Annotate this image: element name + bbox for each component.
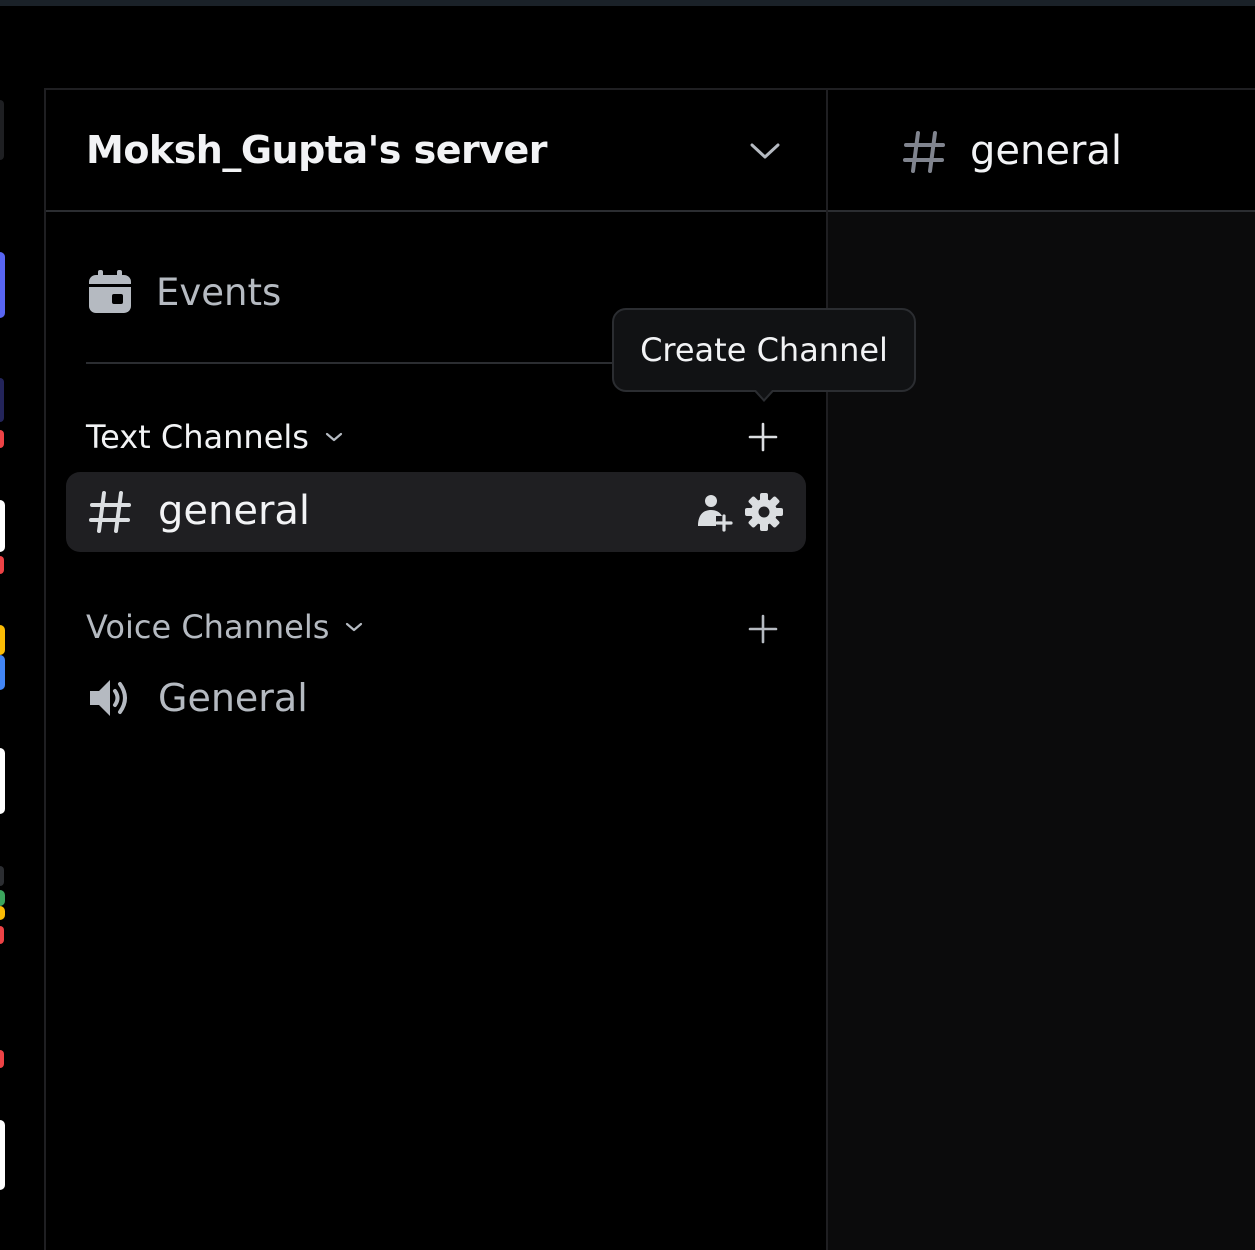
channel-sidebar: Moksh_Gupta's server Events Text Channel…: [44, 88, 828, 1250]
rail-fragment: [0, 378, 4, 422]
chevron-down-icon[interactable]: [748, 138, 782, 164]
plus-icon[interactable]: [746, 420, 780, 454]
rail-fragment: [0, 1050, 4, 1068]
create-channel-tooltip: Create Channel: [612, 308, 916, 392]
rail-fragment: [0, 252, 5, 318]
events-item[interactable]: Events: [86, 264, 281, 320]
rail-fragment: [0, 748, 5, 814]
window-top-edge: [0, 0, 1255, 6]
channel-header: general: [828, 88, 1255, 212]
chevron-down-icon: [346, 622, 363, 632]
rail-fragment: [0, 430, 4, 448]
server-rail-edge: [0, 0, 8, 1250]
rail-fragment: [0, 100, 4, 160]
chevron-down-icon: [325, 432, 343, 442]
hash-icon: [89, 491, 131, 533]
category-label: Text Channels: [86, 418, 309, 456]
channel-label: General: [158, 676, 308, 720]
add-member-icon[interactable]: [694, 492, 734, 532]
tooltip-text: Create Channel: [640, 331, 888, 369]
rail-fragment: [0, 906, 5, 920]
rail-fragment: [0, 655, 5, 690]
tooltip-arrow-inner: [755, 389, 773, 399]
rail-fragment: [0, 556, 4, 574]
calendar-icon: [89, 270, 131, 313]
channel-title: general: [970, 128, 1123, 174]
rail-fragment: [0, 625, 5, 655]
hash-icon: [903, 131, 945, 173]
rail-fragment: [0, 890, 5, 906]
channel-label: general: [158, 488, 311, 534]
rail-fragment: [0, 500, 5, 552]
category-label: Voice Channels: [86, 608, 330, 646]
rail-fragment: [0, 866, 4, 886]
server-name: Moksh_Gupta's server: [86, 128, 548, 172]
speaker-icon: [90, 680, 127, 716]
rail-fragment: [0, 926, 4, 944]
channel-item-general[interactable]: general: [66, 472, 806, 552]
events-label: Events: [156, 270, 282, 314]
rail-fragment: [0, 1120, 5, 1190]
category-text-channels[interactable]: Text Channels: [86, 418, 345, 456]
divider: [86, 362, 626, 364]
plus-icon[interactable]: [746, 612, 780, 646]
channel-item-voice-general[interactable]: General: [86, 674, 308, 722]
category-voice-channels[interactable]: Voice Channels: [86, 608, 365, 646]
server-header[interactable]: Moksh_Gupta's server: [46, 90, 828, 212]
gear-icon[interactable]: [744, 492, 784, 532]
